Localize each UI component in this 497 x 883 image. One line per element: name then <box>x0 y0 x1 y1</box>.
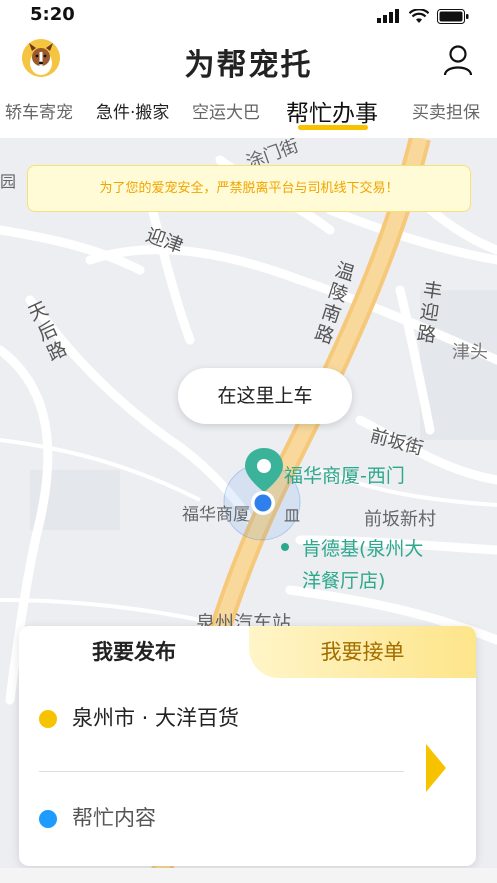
wifi-icon <box>409 8 429 23</box>
poi-label-kfc-line2[interactable]: 洋餐厅店) <box>302 566 385 593</box>
order-panel: 我要发布 我要接单 泉州市 · 大洋百货 帮忙内容 <box>19 626 476 866</box>
row-divider <box>39 771 404 772</box>
tab-car-pet[interactable]: 轿车寄宠 <box>5 98 73 123</box>
tab-urgent-moving[interactable]: 急件·搬家 <box>96 98 169 123</box>
pickup-location-text: 泉州市 · 大洋百货 <box>72 706 240 730</box>
poi-label-fuhua-west-gate[interactable]: 福华商厦-西门 <box>284 461 405 488</box>
tab-trade-guarantee[interactable]: 买卖担保 <box>412 98 480 123</box>
app-header: 为帮宠托 <box>0 32 497 90</box>
status-bar: 5:20 <box>0 0 497 32</box>
service-tabs: 轿车寄宠 急件·搬家 空运大巴 帮忙办事 买卖担保 <box>0 90 497 138</box>
bottom-bar <box>0 868 497 883</box>
next-arrow-icon[interactable] <box>426 744 446 792</box>
map-label: 前坂新村 <box>364 509 436 530</box>
pickup-bubble[interactable]: 在这里上车 <box>178 368 352 424</box>
tab-post-order[interactable]: 我要发布 <box>19 626 249 678</box>
tab-air-bus[interactable]: 空运大巴 <box>192 98 260 123</box>
app-title: 为帮宠托 <box>184 48 313 83</box>
poi-dot <box>281 543 289 551</box>
tab-accept-order[interactable]: 我要接单 <box>249 626 476 678</box>
help-content-field[interactable]: 帮忙内容 <box>72 802 156 832</box>
map-label: 园 <box>0 172 17 191</box>
location-dot-icon <box>39 710 57 728</box>
poi-label-kfc-line1[interactable]: 肯德基(泉州大 <box>302 534 423 561</box>
user-profile-icon[interactable] <box>443 44 473 76</box>
status-time: 5:20 <box>30 4 75 25</box>
safety-notice: 为了您的爱宠安全，严禁脱离平台与司机线下交易！ <box>27 165 471 212</box>
pickup-location-row[interactable]: 泉州市 · 大洋百货 <box>19 688 476 748</box>
map-label: 福华商厦 <box>182 505 250 525</box>
battery-icon <box>437 8 469 24</box>
help-content-row[interactable]: 帮忙内容 <box>19 788 476 848</box>
tab-help-errands[interactable]: 帮忙办事 <box>286 94 378 128</box>
current-location-icon <box>251 491 275 515</box>
status-icons <box>377 8 469 24</box>
content-dot-icon <box>39 810 57 828</box>
signal-icon <box>377 9 399 23</box>
map-label: 皿 <box>284 506 301 525</box>
map-label: 津头 <box>452 342 488 363</box>
active-tab-indicator <box>298 125 368 130</box>
